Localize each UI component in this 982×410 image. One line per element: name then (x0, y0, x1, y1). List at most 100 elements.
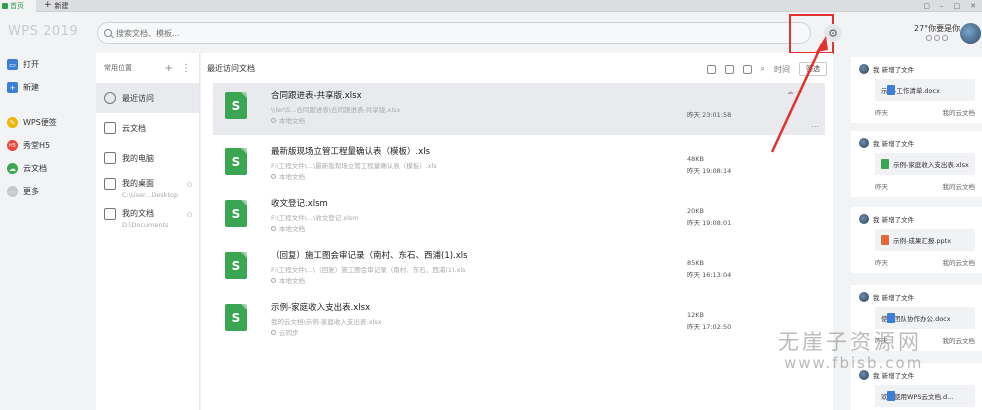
user-name[interactable]: 27°你要是你 (914, 23, 960, 34)
filter-button[interactable]: 筛选 (799, 62, 827, 76)
tab-home[interactable]: 首页 (0, 0, 36, 12)
search-input[interactable] (116, 28, 516, 38)
sidebar-item-new[interactable]: + 新建 (0, 76, 96, 99)
status-icon-1[interactable] (926, 35, 932, 41)
word-doc-icon (887, 313, 895, 323)
app-title: WPS 2019 (8, 24, 79, 39)
cloud-icon: ☁ (7, 163, 18, 174)
spreadsheet-icon (881, 159, 889, 169)
view-mode-icon[interactable] (742, 64, 752, 74)
minimize-icon[interactable]: – (940, 2, 944, 10)
location-recent[interactable]: 最近访问 (96, 83, 199, 113)
activity-file[interactable]: 示例-工作清单.docx (875, 79, 975, 101)
location-my-computer[interactable]: 我的电脑 (96, 143, 199, 173)
watermark-url: www.fbisb.com (784, 354, 924, 372)
location-label: 云文档 (122, 123, 146, 133)
location-pin-icon (271, 173, 276, 179)
location-pin-icon (271, 277, 276, 283)
document-time: 昨天 23:01:58 (687, 111, 732, 119)
plus-icon: + (44, 0, 52, 10)
status-icon-3[interactable] (942, 35, 948, 41)
avatar (859, 64, 869, 74)
pin-tool-icon[interactable] (706, 64, 716, 74)
activity-card[interactable]: 我 新增了文件 示例-成果汇报.pptx 昨天 我的云文档 (851, 207, 982, 273)
document-row[interactable]: S 最新版现场立管工程量确认表（模板）.xls F:\工程文件\...\最新版现… (213, 139, 825, 191)
activity-when: 昨天 (875, 109, 888, 117)
sidebar-item-label: WPS便签 (23, 118, 57, 127)
status-icon-2[interactable] (934, 35, 940, 41)
sidebar-item-label: 打开 (23, 60, 39, 69)
search-icon (104, 29, 112, 37)
document-row[interactable]: S 收文登记.xlsm F:\工程文件\...\收文登记.xlsm 本地文档 2… (213, 191, 825, 243)
avatar (859, 138, 869, 148)
sidebar-item-cloud[interactable]: ☁ 云文档 (0, 157, 96, 180)
activity-where: 我的云文档 (942, 259, 976, 267)
document-location-label: 本地文档 (279, 117, 305, 125)
more-icon: ⋯ (7, 186, 18, 197)
activity-header: 我 新增了文件 (859, 64, 914, 74)
document-path: F:\工程文件\...\（回复）施工图会审记录（南村、东石、西浦(1).xls (271, 266, 466, 274)
document-path: \\ler\S...合同跟进表\合同跟进表-共享版.xlsx (271, 106, 401, 114)
document-name: （回复）施工图会审记录（南村、东石、西浦(1).xls (271, 251, 468, 261)
h5-icon: H5 (7, 140, 18, 151)
locations-title: 常用位置 (104, 64, 132, 72)
activity-action: 我 新增了文件 (873, 294, 915, 302)
document-row[interactable]: S （回复）施工图会审记录（南村、东石、西浦(1).xls F:\工程文件\..… (213, 243, 825, 295)
sidebar-item-more[interactable]: ⋯ 更多 (0, 180, 96, 203)
tab-bar: 首页 + 新建 ▢ – □ ✕ (0, 0, 982, 12)
document-path: 我的云文档\示例-家庭收入支出表.xlsx (271, 318, 382, 326)
plus-icon: + (7, 82, 18, 93)
activity-file[interactable]: 欢迎使用WPS云文档.d... (875, 385, 975, 407)
activity-card[interactable]: 我 新增了文件 示例-工作清单.docx 昨天 我的云文档 (851, 57, 982, 123)
more-vertical-icon[interactable]: ⋮ (181, 63, 191, 74)
location-label: 我的文档 (122, 209, 154, 218)
sidebar-item-notes[interactable]: ✎ WPS便签 (0, 111, 96, 134)
document-location: 本地文档 (271, 115, 305, 125)
spreadsheet-icon: S (225, 148, 247, 175)
document-name: 合同跟进表-共享版.xlsx (271, 91, 362, 101)
clip-icon[interactable]: ⌕ (761, 64, 765, 74)
word-doc-icon (887, 391, 895, 401)
more-horizontal-icon[interactable]: ⋯ (811, 122, 819, 131)
close-icon[interactable]: ✕ (970, 2, 976, 10)
upload-cloud-icon[interactable]: ☁ ⋯ (787, 88, 803, 96)
pin-icon[interactable]: ✩ (186, 210, 193, 219)
locations-header: 常用位置 + ⋮ (96, 53, 199, 83)
activity-action: 我 新增了文件 (873, 66, 915, 74)
word-doc-icon (887, 85, 895, 95)
documents-icon (104, 208, 116, 220)
avatar[interactable] (960, 23, 981, 44)
activity-file[interactable]: 示例-家庭收入支出表.xlsx (875, 153, 975, 175)
document-row[interactable]: S 示例-家庭收入支出表.xlsx 我的云文档\示例-家庭收入支出表.xlsx … (213, 295, 825, 347)
settings-button[interactable]: ⚙ (824, 24, 842, 42)
location-documents[interactable]: 我的文档 D:\Documents ✩ (96, 203, 199, 233)
activity-card[interactable]: 我 新增了文件 示例-家庭收入支出表.xlsx 昨天 我的云文档 (851, 131, 982, 197)
location-pin-icon (271, 225, 276, 231)
document-time: 昨天 17:02:50 (687, 323, 732, 331)
search-bar[interactable] (97, 22, 811, 44)
tab-new[interactable]: + 新建 (36, 1, 69, 11)
document-row[interactable]: S 合同跟进表-共享版.xlsx \\ler\S...合同跟进表\合同跟进表-共… (213, 83, 825, 135)
activity-file[interactable]: 示例-成果汇报.pptx (875, 229, 975, 251)
location-desktop[interactable]: 我的桌面 C:\User...Desktop ✩ (96, 173, 199, 203)
activity-footer: 昨天 我的云文档 (875, 257, 975, 267)
document-location-label: 本地文档 (279, 173, 305, 181)
maximize-icon[interactable]: □ (954, 2, 961, 10)
sidebar-item-open[interactable]: ▭ 打开 (0, 53, 96, 76)
desktop-icon (104, 178, 116, 190)
refresh-icon[interactable] (724, 64, 734, 74)
restore-icon[interactable]: ▢ (923, 2, 930, 10)
sort-by-time[interactable]: 时间 (774, 64, 790, 75)
header: WPS 2019 ⚙ 27°你要是你 (0, 13, 982, 54)
document-size: 48KB (687, 155, 704, 163)
activity-action: 我 新增了文件 (873, 216, 915, 224)
document-name: 最新版现场立管工程量确认表（模板）.xls (271, 147, 431, 157)
location-cloud-docs[interactable]: 云文档 (96, 113, 199, 143)
tab-new-label: 新建 (54, 1, 69, 10)
add-location-icon[interactable]: + (165, 63, 173, 74)
note-icon: ✎ (7, 117, 18, 128)
recent-documents-panel: 最近访问文档 ⌕ 时间 筛选 S 合同跟进表-共享版.xlsx \\ler\S.… (201, 53, 833, 410)
document-location: 本地文档 (271, 223, 305, 233)
sidebar-item-h5[interactable]: H5 秀堂H5 (0, 134, 96, 157)
pin-icon[interactable]: ✩ (186, 180, 193, 189)
